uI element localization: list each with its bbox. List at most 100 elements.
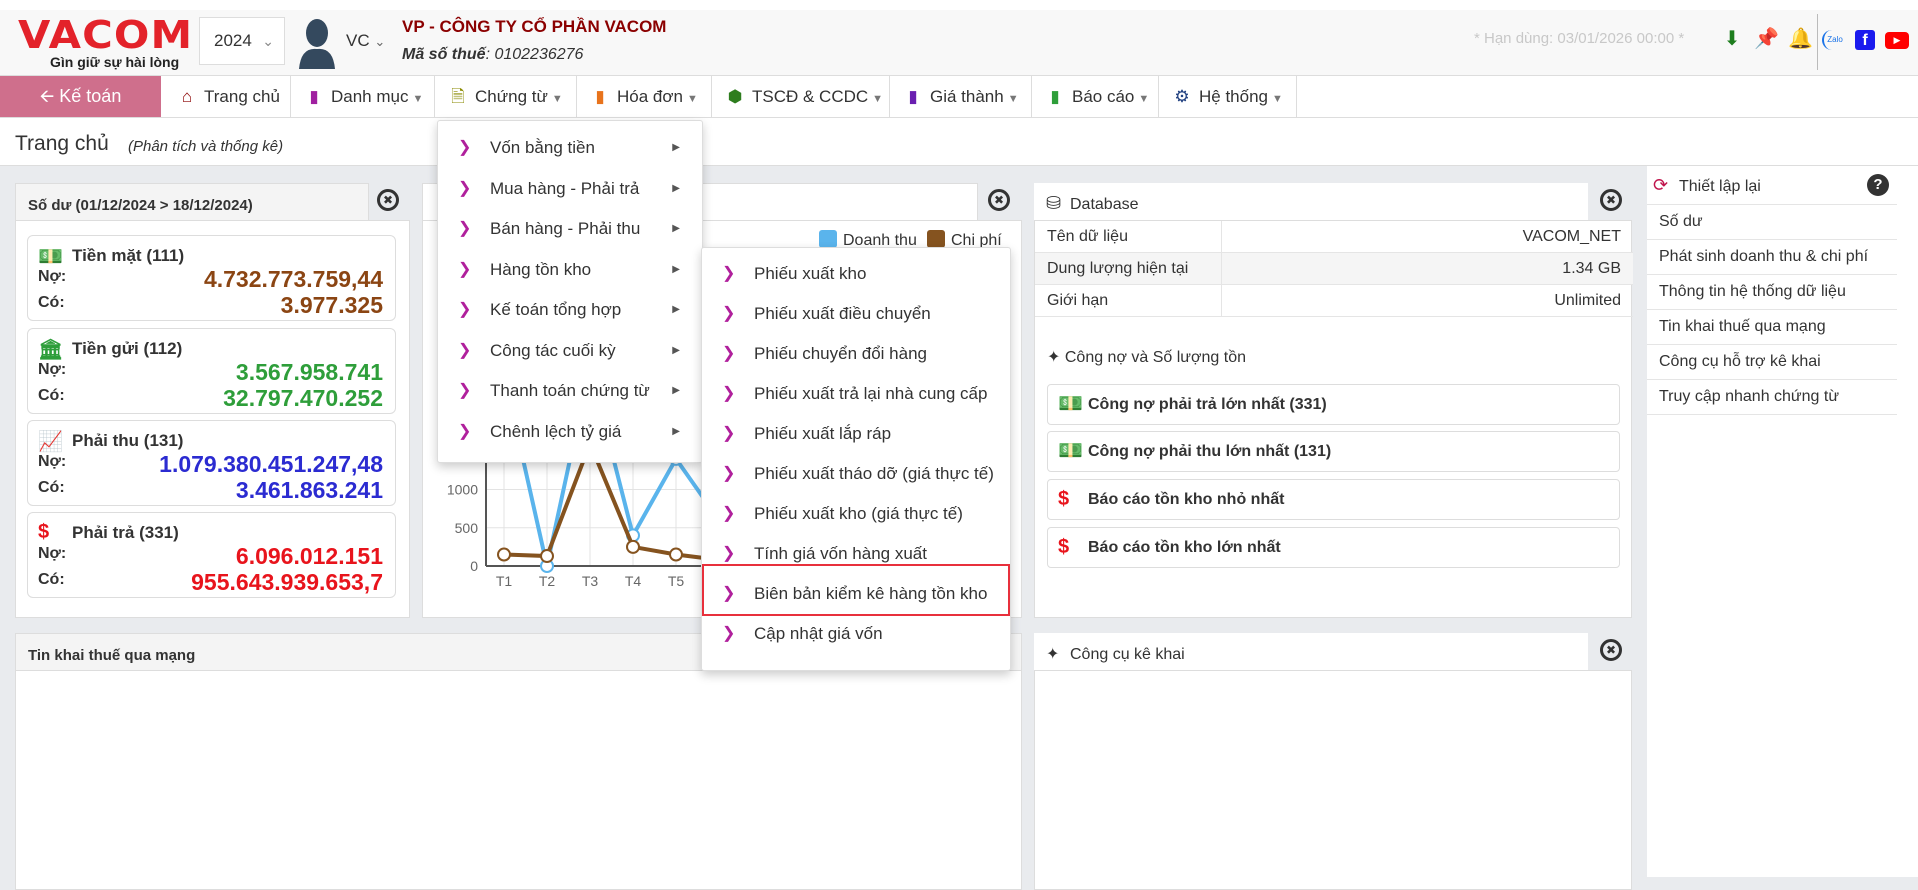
menu-item[interactable]: ❯ Bán hàng - Phải thu ▶ (438, 209, 702, 249)
header: VACOM Gìn giữ sự hài lòng 2024 ⌄ VC ⌄ VP … (0, 0, 1918, 76)
reset-title[interactable]: Thiết lập lại (1679, 178, 1761, 196)
nav-chung-tu[interactable]: 🗎 Chứng từ ▼ (435, 76, 577, 117)
magic-wand-icon: ✦ (1047, 349, 1061, 366)
min-stock-report-button[interactable]: $ Báo cáo tồn kho nhỏ nhất (1047, 479, 1620, 520)
close-icon[interactable]: ✖ (1600, 189, 1622, 211)
debt-receivable-button[interactable]: 💵 Công nợ phải thu lớn nhất (131) (1047, 431, 1620, 472)
submenu-item[interactable]: ❯ Phiếu xuất kho (702, 254, 1010, 294)
submenu-item-label: Cập nhật giá vốn (754, 624, 883, 643)
submenu-item[interactable]: ❯ Cập nhật giá vốn (702, 614, 1010, 654)
submenu-item[interactable]: ❯ Phiếu xuất kho (giá thực tế) (702, 494, 1010, 534)
dollar-icon: $ (1058, 488, 1070, 510)
nav-he-thong[interactable]: ⚙ Hệ thống ▼ (1159, 76, 1297, 117)
year-value: 2024 (214, 31, 252, 50)
youtube-icon[interactable]: ▶ (1885, 32, 1909, 49)
x-tick-label: T1 (496, 573, 513, 589)
submenu-item[interactable]: ❯ Phiếu xuất trả lại nhà cung cấp (702, 374, 1010, 414)
sidebar-item[interactable]: Công cụ hỗ trợ kê khai (1647, 345, 1897, 380)
sidebar-item[interactable]: Phát sinh doanh thu & chi phí (1647, 240, 1897, 275)
data-point[interactable] (626, 539, 640, 554)
submenu-arrow-icon: ▶ (672, 425, 680, 437)
db-row: Giới hạn Unlimited (1035, 285, 1633, 317)
chevron-right-icon: ❯ (722, 425, 736, 442)
nav-danh-muc[interactable]: ▮ Danh mục ▼ (291, 76, 435, 117)
menu-item[interactable]: ❯ Kế toán tổng hợp ▶ (438, 290, 702, 330)
divider (1817, 14, 1818, 70)
close-icon[interactable]: ✖ (377, 189, 399, 211)
credit-label: Có: (38, 387, 65, 404)
credit-value: 32.797.470.252 (223, 385, 383, 411)
card-title: Phải thu (131) (72, 431, 184, 450)
nav-tscd-ccdc[interactable]: ⬢ TSCĐ & CCDC ▼ (712, 76, 890, 117)
debt-payable-button[interactable]: 💵 Công nợ phải trả lớn nhất (331) (1047, 384, 1620, 425)
back-ke-toan-button[interactable]: 🡨 Kế toán (0, 76, 161, 117)
max-stock-report-button[interactable]: $ Báo cáo tồn kho lớn nhất (1047, 527, 1620, 568)
sidebar-item[interactable]: Thông tin hệ thống dữ liệu (1647, 275, 1897, 310)
data-point[interactable] (497, 547, 511, 562)
refresh-icon[interactable]: ⟳ (1653, 175, 1668, 196)
caret-icon: ▼ (412, 93, 424, 105)
data-point[interactable] (669, 547, 683, 562)
menu-item[interactable]: ❯ Chênh lệch tỷ giá ▶ (438, 412, 702, 452)
chevron-right-icon: ❯ (458, 341, 472, 359)
pin-icon[interactable]: 📌 (1754, 26, 1779, 50)
caret-icon: ▼ (1007, 93, 1019, 105)
facebook-icon[interactable]: f (1855, 30, 1875, 50)
zalo-icon[interactable]: Zalo (1822, 30, 1846, 50)
nav-label: Hệ thống (1199, 87, 1268, 106)
tax-title: Tin khai thuế qua mạng (28, 647, 196, 664)
close-icon[interactable]: ✖ (988, 189, 1010, 211)
balance-card[interactable]: $ Phải trả (331) Nợ: Có: 6.096.012.151 9… (27, 512, 396, 598)
help-icon[interactable]: ? (1867, 174, 1889, 196)
tax-code: Mã số thuế: 0102236276 (402, 46, 583, 64)
balance-card[interactable]: 📈 Phải thu (131) Nợ: Có: 1.079.380.451.2… (27, 420, 396, 506)
nav-label: Hóa đơn (617, 87, 683, 106)
download-icon[interactable]: ⬇ (1720, 26, 1744, 50)
menu-item[interactable]: ❯ Hàng tồn kho ▶ (438, 250, 702, 290)
caret-icon: ▼ (872, 93, 884, 105)
db-key: Dung lượng hiện tại (1047, 260, 1189, 277)
invoice-icon: ▮ (595, 87, 605, 106)
balance-card[interactable]: 💵 Tiền mặt (111) Nợ: Có: 4.732.773.759,4… (27, 235, 396, 321)
data-point[interactable] (540, 549, 554, 564)
close-icon[interactable]: ✖ (1600, 639, 1622, 661)
chevron-down-icon: ⌄ (374, 34, 386, 49)
avatar-icon[interactable] (297, 17, 337, 69)
nav-hoa-don[interactable]: ▮ Hóa đơn ▼ (577, 76, 712, 117)
db-row: Tên dữ liệu VACOM_NET (1035, 221, 1633, 253)
page-title: Trang chủ (15, 132, 109, 155)
legend-swatch (819, 230, 837, 248)
menu-item[interactable]: ❯ Công tác cuối kỳ ▶ (438, 331, 702, 371)
x-tick-label: T4 (625, 573, 642, 589)
chevron-right-icon: ❯ (458, 260, 472, 278)
nav-gia-thanh[interactable]: ▮ Giá thành ▼ (890, 76, 1032, 117)
menu-item[interactable]: ❯ Vốn bằng tiền ▶ (438, 128, 702, 168)
menu-item[interactable]: ❯ Mua hàng - Phải trả ▶ (438, 169, 702, 209)
button-label: Công nợ phải trả lớn nhất (331) (1088, 396, 1327, 413)
year-select[interactable]: 2024 ⌄ (199, 17, 285, 65)
vacom-logo[interactable]: VACOM Gìn giữ sự hài lòng (18, 16, 192, 70)
submenu-item[interactable]: ❯ Phiếu xuất lắp ráp (702, 414, 1010, 454)
submenu-item[interactable]: ❯ Phiếu chuyển đổi hàng (702, 334, 1010, 374)
nav-trang-chu[interactable]: ⌂ Trang chủ (164, 76, 291, 117)
submenu-item[interactable]: ❯ Phiếu xuất điều chuyển (702, 294, 1010, 334)
submenu-item[interactable]: ❯ Phiếu xuất tháo dỡ (giá thực tế) (702, 454, 1010, 494)
nav-label: TSCĐ & CCDC (752, 87, 869, 106)
user-menu[interactable]: VC ⌄ (346, 31, 385, 51)
sidebar-item[interactable]: Truy cập nhanh chứng từ (1647, 380, 1897, 415)
sidebar-item[interactable]: Tin khai thuế qua mạng (1647, 310, 1897, 345)
sidebar-item[interactable]: Số dư (1647, 205, 1897, 240)
balance-card[interactable]: 🏛 Tiền gửi (112) Nợ: Có: 3.567.958.741 3… (27, 328, 396, 414)
tools-header: ✦ Công cụ kê khai (1034, 633, 1588, 671)
submenu-item-label: Phiếu xuất lắp ráp (754, 424, 892, 443)
debit-value: 1.079.380.451.247,48 (159, 451, 383, 477)
trend-up-icon: 📈 (38, 431, 63, 453)
chevron-right-icon: ❯ (722, 305, 736, 322)
chevron-right-icon: ❯ (458, 179, 472, 197)
menu-item-label: Hàng tồn kho (490, 259, 592, 279)
menu-item[interactable]: ❯ Thanh toán chứng từ ▶ (438, 371, 702, 411)
menu-item-label: Thanh toán chứng từ (490, 381, 650, 400)
cash-icon: 💵 (38, 246, 63, 268)
bell-icon[interactable]: 🔔 (1788, 26, 1813, 50)
nav-bao-cao[interactable]: ▮ Báo cáo ▼ (1032, 76, 1159, 117)
